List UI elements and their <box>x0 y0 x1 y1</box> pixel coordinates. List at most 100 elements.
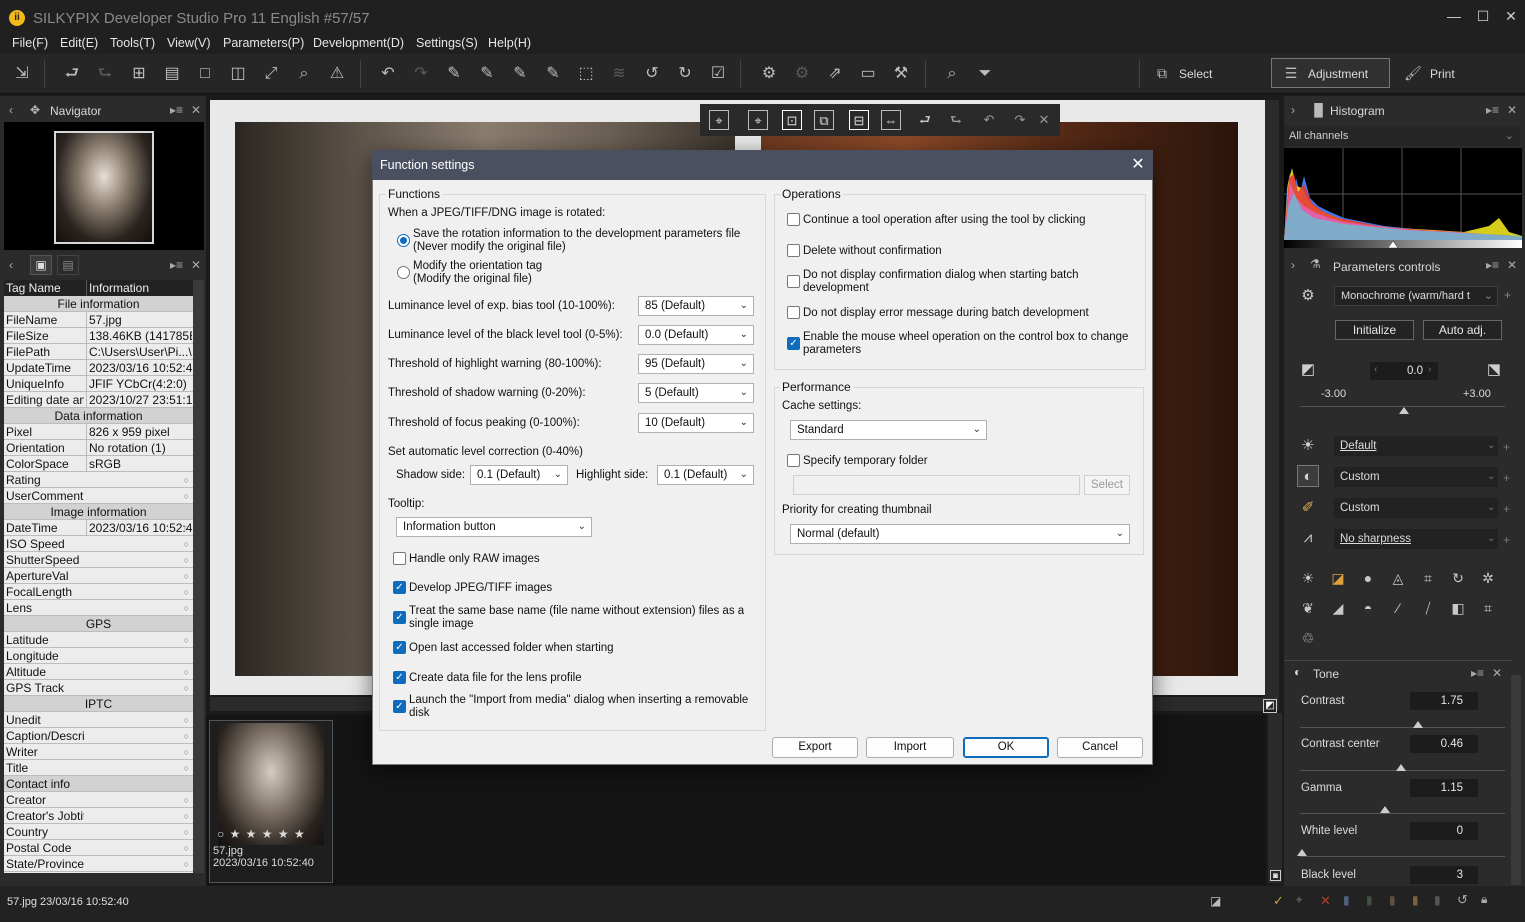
information-header[interactable]: Information <box>86 280 192 296</box>
viewer-close-icon[interactable]: ✕ <box>1034 110 1054 130</box>
tag-blue-icon[interactable]: ▮ <box>1343 893 1350 907</box>
radio-save-rotation[interactable] <box>397 234 410 247</box>
info-section-header[interactable]: Contact info <box>4 776 193 792</box>
panel-close-icon[interactable]: ✕ <box>191 103 201 117</box>
info-scrollbar[interactable] <box>193 280 204 873</box>
highlight-tool-icon[interactable]: ☀ <box>1297 567 1319 589</box>
tag-green-icon[interactable]: ▮ <box>1366 893 1373 907</box>
menu-tools[interactable]: Tools(T) <box>110 36 155 50</box>
black-level-value[interactable]: 3 <box>1410 866 1478 884</box>
checkbox-develop-jpeg[interactable]: ✓ <box>393 581 406 594</box>
reject-icon[interactable]: ✕ <box>1320 893 1331 909</box>
contrast-value[interactable]: 1.75 <box>1410 692 1478 710</box>
status-panel-icon[interactable]: ◪ <box>1210 894 1221 908</box>
edit-dot-icon[interactable]: ○ <box>184 568 189 584</box>
white-level-slider-thumb[interactable] <box>1297 849 1307 856</box>
menu-parameters[interactable]: Parameters(P) <box>223 36 304 50</box>
brush-icon[interactable]: ⁄ <box>1387 597 1409 619</box>
edit-dot-icon[interactable]: ○ <box>184 744 189 760</box>
next-image-icon[interactable]: ⮑ <box>94 63 116 85</box>
info-close-icon[interactable]: ✕ <box>191 258 201 272</box>
checkbox-no-batch-confirm[interactable] <box>787 275 800 288</box>
dodge-icon[interactable]: ❦ <box>1297 597 1319 619</box>
collapse-info-icon[interactable]: ‹ <box>9 258 13 272</box>
revert-icon[interactable]: ↺ <box>1457 892 1468 908</box>
fit-screen-icon[interactable]: ⤢ <box>260 63 282 85</box>
gamma-slider-track[interactable] <box>1300 813 1505 814</box>
edit-dot-icon[interactable]: ○ <box>184 760 189 776</box>
info-row[interactable]: Longitude <box>4 648 193 664</box>
checkbox-continue-tool[interactable] <box>787 213 800 226</box>
info-row[interactable]: Creator's Jobtit ○ <box>4 808 193 824</box>
increase-icon[interactable]: › <box>1428 364 1431 375</box>
info-row[interactable]: State/Province ○ <box>4 856 193 872</box>
eyedropper-black-icon[interactable]: ✎ <box>509 63 531 85</box>
info-row[interactable]: FileSize 138.46KB (141785Byt <box>4 328 193 344</box>
contrast-center-value[interactable]: 0.46 <box>1410 735 1478 753</box>
sync-view-icon[interactable]: ⇔ <box>881 110 901 130</box>
info-section-header[interactable]: Data information <box>4 408 193 424</box>
lens-fish-icon[interactable]: ◓ <box>1357 597 1379 619</box>
warning-icon[interactable]: ⚠ <box>326 63 348 85</box>
info-row[interactable]: FilePath C:\Users\User\Pi...\1 <box>4 344 193 360</box>
contrast-slider-track[interactable] <box>1300 727 1505 728</box>
noise-icon[interactable]: ✲ <box>1477 567 1499 589</box>
histogram-menu-icon[interactable]: ▸≡ <box>1486 103 1499 117</box>
params-close-icon[interactable]: ✕ <box>1507 258 1517 272</box>
panel-menu-icon[interactable]: ▸≡ <box>170 103 183 117</box>
wedge-icon[interactable]: ◢ <box>1327 597 1349 619</box>
edit-dot-icon[interactable]: ○ <box>184 824 189 840</box>
exposure-slider-thumb[interactable] <box>1399 407 1409 414</box>
batch-develop-icon[interactable]: ⚙ <box>791 63 813 85</box>
split-view-icon[interactable]: ⧉ <box>814 110 834 130</box>
side-by-side-icon[interactable]: ⊟ <box>849 110 869 130</box>
focus-peaking-select[interactable]: 10 (Default) ⌄ <box>638 413 754 433</box>
shadow-side-select[interactable]: 0.1 (Default) ⌄ <box>470 465 568 485</box>
menu-settings[interactable]: Settings(S) <box>416 36 478 50</box>
cancel-button[interactable]: Cancel <box>1057 737 1143 758</box>
edit-dot-icon[interactable]: ○ <box>184 680 189 696</box>
checkbox-same-base-name[interactable]: ✓ <box>393 611 406 624</box>
eyedropper-wb-icon[interactable]: ✎ <box>443 63 465 85</box>
filmstrip-view-icon[interactable]: ▤ <box>161 63 183 85</box>
tone-menu-icon[interactable]: ▸≡ <box>1471 666 1484 680</box>
info-section-header[interactable]: File information <box>4 296 193 312</box>
eyedropper-gray-icon[interactable]: ✎ <box>542 63 564 85</box>
menu-development[interactable]: Development(D) <box>313 36 404 50</box>
edit-dot-icon[interactable]: ○ <box>184 840 189 856</box>
print-mode-button[interactable]: 🖌 Print <box>1393 58 1503 88</box>
edit-dot-icon[interactable]: ○ <box>184 584 189 600</box>
info-row[interactable]: Country ○ <box>4 824 193 840</box>
params-menu-icon[interactable]: ▸≡ <box>1486 258 1499 272</box>
export-icon[interactable]: ⇗ <box>824 63 846 85</box>
auto-adjust-button[interactable]: Auto adj. <box>1423 320 1502 340</box>
add-preset-icon[interactable]: + <box>1503 440 1510 454</box>
collapse-left-icon[interactable]: ‹ <box>9 103 13 117</box>
checkbox-import-media[interactable]: ✓ <box>393 700 406 713</box>
checkbox-delete-no-confirm[interactable] <box>787 244 800 257</box>
tone-curve-icon[interactable]: ◪ <box>1327 567 1349 589</box>
edit-dot-icon[interactable]: ○ <box>184 664 189 680</box>
mark-icon[interactable]: ✦ <box>1294 893 1304 907</box>
info-menu-icon[interactable]: ▸≡ <box>170 258 183 272</box>
composite-icon[interactable]: ♲ <box>1297 627 1319 649</box>
import-button[interactable]: Import <box>866 737 954 758</box>
edit-dot-icon[interactable]: ○ <box>184 712 189 728</box>
spot-repair-icon[interactable]: ⧸ <box>1417 597 1439 619</box>
color-picker-icon[interactable]: ◬ <box>1387 567 1409 589</box>
viewer-prev-icon[interactable]: ⮐ <box>915 110 935 130</box>
expand-histogram-icon[interactable]: › <box>1291 103 1295 117</box>
display-icon[interactable]: ▭ <box>857 63 879 85</box>
checkbox-open-last-folder[interactable]: ✓ <box>393 641 406 654</box>
checkbox-temp-folder[interactable] <box>787 454 800 467</box>
checkbox-lens-profile[interactable]: ✓ <box>393 671 406 684</box>
viewer-redo-icon[interactable]: ↷ <box>1010 110 1030 130</box>
filter-icon[interactable]: ⏷ <box>974 63 996 85</box>
viewer-next-icon[interactable]: ⮑ <box>946 110 966 130</box>
search-icon[interactable]: ⌕ <box>941 63 963 85</box>
adjustment-mode-button[interactable]: ☰ Adjustment <box>1271 58 1390 88</box>
viewer-vertical-scrollbar[interactable] <box>1265 100 1279 710</box>
ok-button[interactable]: OK <box>963 737 1049 758</box>
filmstrip-corner-icon[interactable]: ◙ <box>1270 870 1281 881</box>
filmstrip-scrollbar[interactable] <box>1268 713 1282 883</box>
